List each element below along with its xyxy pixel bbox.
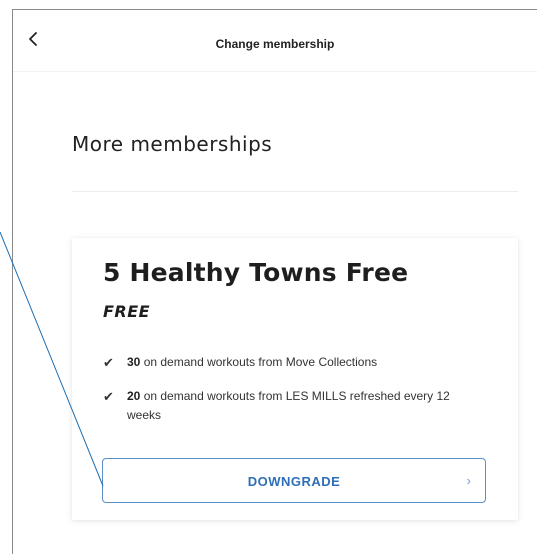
feature-item: ✔ 30 on demand workouts from Move Collec…	[103, 353, 477, 372]
header-divider	[13, 71, 537, 72]
feature-text: 30 on demand workouts from Move Collecti…	[127, 353, 477, 372]
frame-left-border	[12, 9, 13, 554]
chevron-right-icon: ›	[466, 473, 471, 488]
frame-top-border	[12, 9, 537, 10]
membership-name: 5 Healthy Towns Free	[103, 258, 409, 287]
feature-description: on demand workouts from Move Collections	[140, 355, 378, 369]
membership-card: 5 Healthy Towns Free FREE ✔ 30 on demand…	[72, 238, 518, 520]
checkmark-icon: ✔	[103, 355, 114, 370]
downgrade-button[interactable]: DOWNGRADE ›	[102, 458, 486, 503]
feature-count: 30	[127, 355, 141, 369]
checkmark-icon: ✔	[103, 389, 114, 404]
section-divider	[72, 191, 518, 192]
section-title: More memberships	[72, 132, 273, 156]
membership-price: FREE	[103, 302, 151, 321]
page-title: Change membership	[215, 37, 335, 51]
feature-count: 20	[127, 389, 141, 403]
feature-item: ✔ 20 on demand workouts from LES MILLS r…	[103, 387, 477, 425]
feature-text: 20 on demand workouts from LES MILLS ref…	[127, 387, 477, 425]
feature-description: on demand workouts from LES MILLS refres…	[127, 389, 450, 422]
downgrade-button-label: DOWNGRADE	[247, 474, 341, 489]
